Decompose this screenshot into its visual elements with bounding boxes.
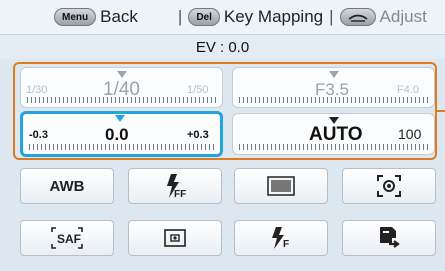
awb-label: AWB	[49, 177, 85, 195]
face-detect-button[interactable]	[342, 168, 436, 204]
flash-off-icon: FF	[167, 174, 186, 200]
svg-text:FF: FF	[174, 189, 186, 200]
back-hint[interactable]: Menu Back	[54, 7, 138, 27]
back-label: Back	[100, 7, 138, 26]
picture-style-button[interactable]	[234, 168, 328, 204]
shutter-marker	[117, 71, 127, 78]
iso-dial[interactable]: AUTO 100	[232, 113, 435, 155]
iso-scale	[239, 144, 428, 150]
shutter-prev: 1/30	[26, 84, 48, 96]
metering-button[interactable]	[128, 220, 222, 256]
ev-scale	[29, 144, 214, 150]
iso-current: AUTO	[309, 124, 363, 145]
aperture-dial[interactable]: F3.5 F4.0	[232, 67, 435, 108]
af-mode-button[interactable]: SAF	[20, 220, 114, 256]
dial-icon	[339, 8, 376, 26]
aperture-next: F4.0	[397, 84, 420, 96]
ev-readout: EV : 0.0	[0, 35, 445, 59]
ev-marker	[115, 115, 125, 122]
separator: |	[177, 7, 183, 26]
shutter-scale	[27, 97, 216, 103]
aperture-scale	[239, 97, 428, 103]
shutter-next: 1/50	[187, 84, 209, 96]
key-mapping-label: Key Mapping	[223, 7, 324, 26]
iso-marker	[329, 117, 339, 124]
white-balance-button[interactable]: AWB	[20, 168, 114, 204]
drive-mode-button[interactable]	[342, 220, 436, 256]
hint-bar: Menu Back | Del Key Mapping | Adjust	[0, 0, 445, 35]
ev-next: +0.3	[187, 129, 209, 141]
del-key-badge: Del	[188, 8, 220, 26]
flash-icon: F	[272, 227, 289, 250]
flash-mode-button[interactable]: F	[234, 220, 328, 256]
metering-icon	[164, 229, 186, 247]
menu-key-badge: Menu	[54, 8, 97, 26]
aperture-marker	[329, 71, 339, 78]
ev-prev: -0.3	[29, 129, 48, 141]
iso-next: 100	[398, 126, 422, 142]
shutter-dial[interactable]: 1/30 1/40 1/50	[20, 67, 223, 108]
ev-dial[interactable]: -0.3 0.0 +0.3	[20, 111, 223, 157]
picture-style-icon	[267, 176, 295, 196]
adjust-hint[interactable]: Adjust	[339, 7, 427, 27]
ev-current: 0.0	[105, 125, 129, 144]
dial-group-connector	[437, 110, 445, 112]
drive-mode-icon	[380, 227, 400, 248]
flash-off-button[interactable]: FF	[128, 168, 222, 204]
svg-text:F: F	[283, 239, 289, 250]
key-mapping-hint[interactable]: Del Key Mapping	[188, 7, 323, 27]
adjust-label: Adjust	[379, 7, 427, 26]
svg-text:SAF: SAF	[57, 232, 81, 246]
af-mode-icon: SAF	[51, 227, 83, 249]
face-detect-icon	[377, 175, 401, 197]
separator: |	[329, 7, 334, 26]
